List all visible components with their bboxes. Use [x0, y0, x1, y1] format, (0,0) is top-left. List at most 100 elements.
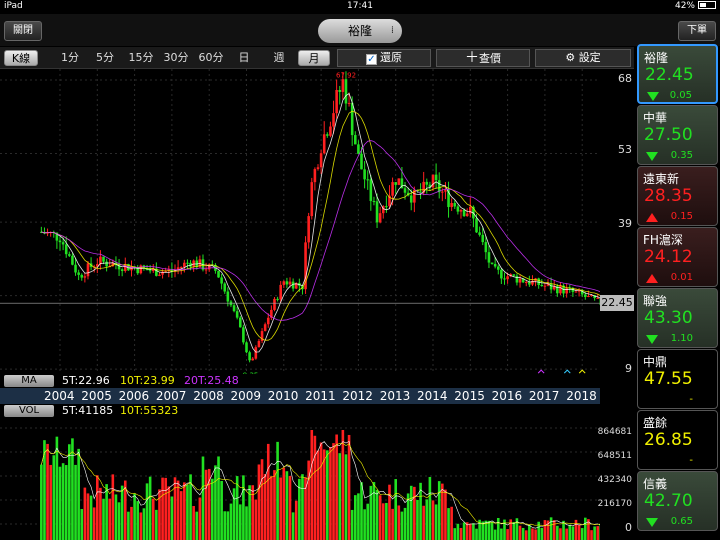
volume-bar: [593, 526, 596, 540]
watchlist-change: -: [689, 394, 693, 405]
volume-chart: [0, 427, 600, 540]
volume-bar: [142, 508, 146, 540]
vol5-value: 5T:41185: [62, 404, 114, 417]
candle-body: [77, 272, 80, 275]
volume-bar: [425, 499, 429, 540]
candle-body: [481, 234, 485, 243]
volume-bar: [363, 509, 366, 540]
volume-bar: [341, 430, 345, 540]
restore-toggle[interactable]: ✓ 還原: [337, 49, 431, 67]
candle-body: [322, 134, 326, 154]
tab-30min[interactable]: 30分: [161, 50, 191, 66]
vol-tag[interactable]: VOL: [4, 405, 54, 417]
gear-icon: ⚙: [565, 51, 576, 64]
tab-week[interactable]: 週: [270, 50, 288, 66]
tab-15min[interactable]: 15分: [126, 50, 156, 66]
candle-body: [217, 270, 220, 278]
volume-bar: [307, 460, 310, 540]
kline-button[interactable]: K線: [4, 50, 38, 66]
candle-body: [179, 266, 183, 268]
candle-body: [235, 311, 239, 318]
candle-body: [341, 79, 345, 92]
candle-body: [549, 283, 553, 290]
volume-bar: [332, 443, 335, 540]
watchlist-item[interactable]: 裕隆 22.45 0.05: [637, 44, 718, 104]
arrow-down-icon: [647, 92, 659, 101]
order-button[interactable]: 下單: [678, 21, 716, 41]
volume-bar: [524, 530, 528, 540]
kline-chart[interactable]: 67.929.35 68 53 39 9 22.45 MA 5T:22.96 1…: [0, 69, 634, 540]
year-label-2014: 2014: [417, 389, 448, 403]
volume-bar: [198, 497, 202, 540]
lookup-button[interactable]: ＋查價: [436, 49, 530, 67]
stock-title-selector[interactable]: 裕隆 ⁞: [318, 19, 402, 43]
candle-body: [453, 203, 457, 207]
year-label-2004: 2004: [44, 389, 75, 403]
watchlist-item[interactable]: FH滬深 24.12 0.01: [637, 227, 718, 287]
volume-bar: [99, 487, 102, 540]
volume-bar: [512, 522, 516, 540]
volume-bar: [291, 512, 295, 540]
vol-tick-432340: 432340: [597, 475, 632, 485]
candle-body: [366, 179, 370, 181]
watchlist-item[interactable]: 中鼎 47.55 -: [637, 349, 718, 409]
watchlist-item[interactable]: 聯強 43.30 1.10: [637, 288, 718, 348]
candle-body: [360, 153, 363, 170]
watchlist-item[interactable]: 中華 27.50 0.35: [637, 105, 718, 165]
volume-bar: [220, 480, 223, 540]
candle-body: [319, 153, 323, 168]
watchlist-item[interactable]: 盛餘 26.85 -: [637, 410, 718, 470]
settings-button[interactable]: ⚙ 設定: [535, 49, 631, 67]
candle-body: [120, 269, 124, 272]
volume-bar: [136, 501, 140, 540]
tab-1min[interactable]: 1分: [58, 50, 82, 66]
candle-body: [86, 263, 90, 277]
volume-bar: [251, 485, 255, 540]
volume-bar: [80, 509, 84, 540]
tab-month[interactable]: 月: [298, 50, 330, 66]
watchlist-item[interactable]: 遠東新 28.35 0.15: [637, 166, 718, 226]
candle-body: [487, 252, 491, 263]
volume-bar: [242, 475, 245, 540]
watchlist-item[interactable]: 信義 42.70 0.65: [637, 471, 718, 531]
ma-legend: MA 5T:22.96 10T:23.99 20T:25.48: [0, 374, 600, 388]
vol-tick-864681: 864681: [597, 427, 632, 437]
ma5-line: [41, 92, 600, 353]
volume-bar: [229, 503, 233, 540]
volume-bar: [459, 527, 463, 540]
candle-body: [500, 269, 503, 279]
tab-60min[interactable]: 60分: [196, 50, 226, 66]
volume-bar: [509, 519, 513, 540]
candle-body: [369, 179, 373, 202]
candle-body: [61, 242, 65, 245]
candle-body: [288, 281, 292, 285]
candle-body: [263, 324, 267, 332]
candle-body: [310, 182, 314, 217]
volume-bar: [422, 505, 425, 540]
status-bar: iPad 17:41 42%: [0, 0, 720, 14]
tab-day[interactable]: 日: [235, 50, 253, 66]
close-button[interactable]: 關閉: [4, 21, 42, 41]
chart-toolbar: K線 1分 5分 15分 30分 60分 日 週 月 ✓ 還原 ＋查價 ⚙ 設定: [0, 47, 634, 69]
tab-5min[interactable]: 5分: [92, 50, 118, 66]
max-price-label: 67.92: [336, 71, 356, 79]
volume-bar: [263, 474, 267, 540]
watchlist-change: 0.01: [670, 272, 693, 283]
volume-bar: [453, 528, 457, 540]
watchlist-name: 信義: [643, 477, 668, 491]
ma-tag[interactable]: MA: [4, 375, 54, 387]
volume-bar: [282, 467, 286, 540]
volume-bar: [475, 528, 478, 540]
candle-body: [282, 281, 286, 285]
volume-bar: [257, 464, 261, 540]
volume-bar: [276, 441, 279, 540]
volume-bar: [183, 482, 186, 540]
volume-bar: [400, 511, 404, 540]
volume-bar: [571, 526, 575, 540]
volume-bar: [469, 523, 472, 540]
watchlist-change: 1.10: [670, 333, 693, 344]
volume-bar: [584, 517, 587, 540]
watchlist-price: 27.50: [644, 125, 693, 145]
candle-body: [257, 341, 261, 348]
candle-body: [496, 266, 500, 270]
